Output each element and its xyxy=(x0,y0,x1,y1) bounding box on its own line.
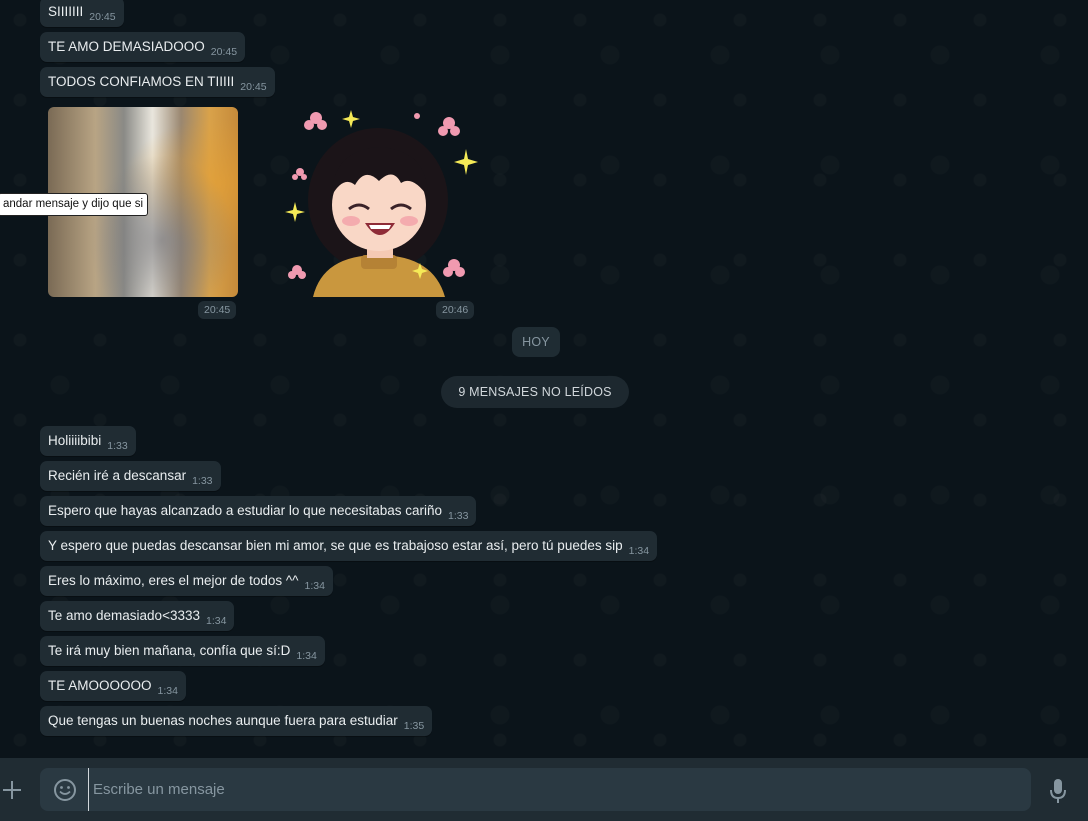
message-bubble[interactable]: TE AMO DEMASIADOOO 20:45 xyxy=(40,32,246,62)
message-text: TE AMOOOOOO xyxy=(48,678,152,693)
message-text: Recién iré a descansar xyxy=(48,468,187,483)
video-caption-tooltip: andar mensaje y dijo que si xyxy=(0,193,148,216)
sticker-time: 20:46 xyxy=(436,301,475,319)
sticker-image xyxy=(285,110,478,297)
plus-icon[interactable] xyxy=(2,780,22,800)
video-time: 20:45 xyxy=(198,301,237,319)
chat-area: SIIIIIII 20:45 TE AMO DEMASIADOOO 20:45 TO… xyxy=(0,0,1088,758)
message-time: 20:45 xyxy=(89,11,116,23)
message-bubble[interactable]: TODOS CONFIAMOS EN TIIIII 20:45 xyxy=(40,67,275,97)
message-time: 1:34 xyxy=(628,545,650,557)
message-bubble[interactable]: Te amo demasiado<3333 1:34 xyxy=(40,601,235,631)
message-bubble[interactable]: Recién iré a descansar 1:33 xyxy=(40,461,221,491)
message-time: 1:33 xyxy=(192,475,213,487)
message-time: 1:35 xyxy=(403,720,425,732)
message-text: Te irá muy bien mañana, confía que sí:D xyxy=(48,643,291,658)
message-bubble[interactable]: Que tengas un buenas noches aunque fuera… xyxy=(40,706,433,736)
message-text: Eres lo máximo, eres el mejor de todos ^… xyxy=(48,573,299,588)
message-time: 20:45 xyxy=(210,46,238,58)
message-bubble[interactable]: Eres lo máximo, eres el mejor de todos ^… xyxy=(40,566,333,596)
message-bubble[interactable]: Espero que hayas alcanzado a estudiar lo… xyxy=(40,496,477,526)
message-text: Espero que hayas alcanzado a estudiar lo… xyxy=(48,503,443,518)
message-text: Holiiiibibi xyxy=(48,433,102,448)
message-time: 1:33 xyxy=(448,510,469,522)
message-text: Que tengas un buenas noches aunque fuera… xyxy=(48,713,398,728)
message-time: 1:34 xyxy=(205,615,227,627)
message-compose-box[interactable] xyxy=(40,768,1031,811)
composer-bar xyxy=(0,758,1088,821)
message-time: 1:34 xyxy=(304,580,325,592)
message-bubble[interactable]: TE AMOOOOOO 1:34 xyxy=(40,671,186,701)
sticker-message[interactable] xyxy=(283,105,478,300)
message-time: 1:33 xyxy=(107,440,128,452)
message-bubble[interactable]: Y espero que puedas descansar bien mi am… xyxy=(40,531,658,561)
message-text: Y espero que puedas descansar bien mi am… xyxy=(48,538,623,553)
message-text: TODOS CONFIAMOS EN TIIIII xyxy=(48,74,235,89)
message-text: Te amo demasiado<3333 xyxy=(48,608,200,623)
emoji-icon[interactable] xyxy=(53,778,77,802)
message-time: 1:34 xyxy=(157,685,178,697)
message-text: TE AMO DEMASIADOOO xyxy=(48,39,205,54)
message-bubble[interactable]: Te irá muy bien mañana, confía que sí:D 1… xyxy=(40,636,325,666)
message-input[interactable] xyxy=(88,768,1018,811)
message-text: SIIIIIII xyxy=(48,4,84,19)
message-time: 1:34 xyxy=(296,650,317,662)
message-bubble[interactable]: Holiiiibibi 1:33 xyxy=(40,426,136,456)
unread-messages-banner: 9 MENSAJES NO LEÍDOS xyxy=(441,376,629,408)
message-time: 20:45 xyxy=(240,81,267,93)
date-divider: HOY xyxy=(512,327,560,357)
microphone-icon[interactable] xyxy=(1048,778,1068,804)
message-bubble[interactable]: SIIIIIII 20:45 xyxy=(40,0,124,27)
